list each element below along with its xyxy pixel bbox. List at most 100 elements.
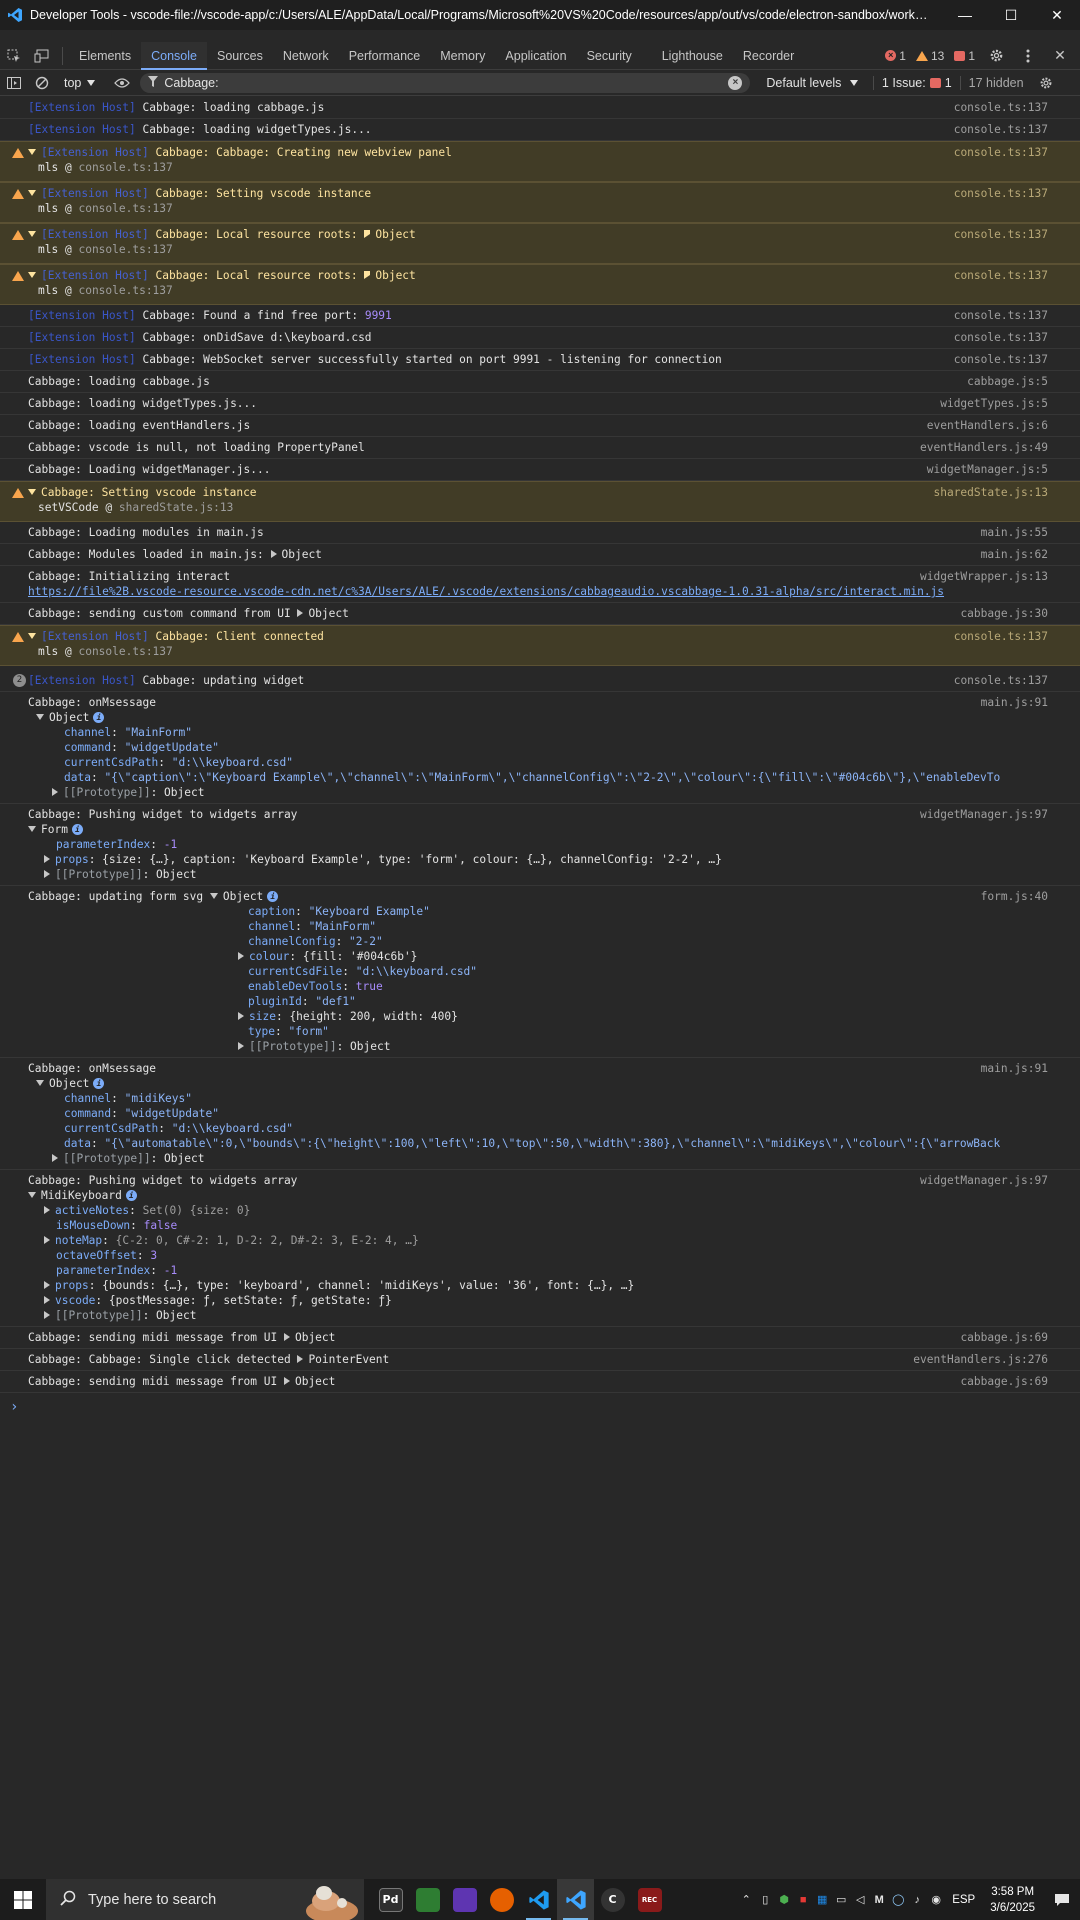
expand-toggle[interactable] xyxy=(28,272,36,278)
expand-toggle[interactable] xyxy=(36,714,44,720)
taskbar-app-pd[interactable]: Pd xyxy=(372,1879,409,1920)
console-settings-gear-icon[interactable] xyxy=(1032,70,1060,96)
tab-performance[interactable]: Performance xyxy=(339,42,431,70)
usb-icon[interactable]: ▯ xyxy=(756,1879,774,1920)
source-link[interactable]: console.ts:137 xyxy=(954,186,1048,201)
warning-entry[interactable]: [Extension Host] Cabbage: Setting vscode… xyxy=(0,182,1080,223)
source-link[interactable]: widgetWrapper.js:13 xyxy=(920,569,1048,584)
tab-application[interactable]: Application xyxy=(495,42,576,70)
object-tree[interactable]: Form i parameterIndex: -1 props: {size: {… xyxy=(28,822,1050,882)
source-link[interactable]: eventHandlers.js:276 xyxy=(913,1352,1048,1367)
context-selector[interactable]: top xyxy=(56,76,108,90)
log-levels-dropdown[interactable]: Default levels xyxy=(756,76,873,90)
taskbar-app-green[interactable] xyxy=(409,1879,446,1920)
expand-toggle[interactable] xyxy=(28,633,36,639)
circle-tray-icon[interactable]: ◯ xyxy=(889,1879,907,1920)
expand-object-toggle[interactable] xyxy=(364,230,371,238)
more-options-icon[interactable] xyxy=(1014,42,1042,70)
error-counter[interactable]: × 1 xyxy=(882,49,909,63)
clock[interactable]: 3:58 PM 3/6/2025 xyxy=(982,1884,1043,1916)
expand-toggle[interactable] xyxy=(28,231,36,237)
device-toolbar-icon[interactable] xyxy=(28,42,56,70)
m-tray-icon[interactable]: M xyxy=(870,1879,888,1920)
tab-elements[interactable]: Elements xyxy=(69,42,141,70)
expand-toggle[interactable] xyxy=(28,190,36,196)
source-link[interactable]: widgetManager.js:97 xyxy=(920,1173,1048,1188)
microphone-icon[interactable]: ♪ xyxy=(908,1879,926,1920)
source-link[interactable]: console.ts:137 xyxy=(954,227,1048,242)
tab-console[interactable]: Console xyxy=(141,41,207,70)
object-tree[interactable]: caption: "Keyboard Example" channel: "Ma… xyxy=(28,904,1050,1054)
close-devtools-icon[interactable]: ✕ xyxy=(1046,42,1074,70)
source-link[interactable]: eventHandlers.js:6 xyxy=(927,418,1048,433)
maximize-button[interactable]: ☐ xyxy=(988,0,1034,30)
warning-entry[interactable]: [Extension Host] Cabbage: Cabbage: Creat… xyxy=(0,141,1080,182)
source-link[interactable]: eventHandlers.js:49 xyxy=(920,440,1048,455)
expand-object-toggle[interactable] xyxy=(297,609,304,617)
expand-object-toggle[interactable] xyxy=(283,1333,290,1341)
tab-lighthouse[interactable]: Lighthouse xyxy=(652,42,733,70)
source-link[interactable]: main.js:91 xyxy=(981,1061,1048,1076)
blue-tray-icon[interactable]: ▦ xyxy=(813,1879,831,1920)
source-link[interactable]: widgetManager.js:5 xyxy=(927,462,1048,477)
source-link[interactable]: cabbage.js:30 xyxy=(960,606,1048,621)
source-link[interactable]: console.ts:137 xyxy=(954,330,1048,345)
expand-object-toggle[interactable] xyxy=(270,550,277,558)
source-link[interactable]: console.ts:137 xyxy=(954,122,1048,137)
tab-sources[interactable]: Sources xyxy=(207,42,273,70)
source-link[interactable]: console.ts:137 xyxy=(954,352,1048,367)
expand-toggle[interactable] xyxy=(36,1080,44,1086)
tab-recorder[interactable]: Recorder xyxy=(733,42,804,70)
issue-counter[interactable]: 1 xyxy=(951,49,978,63)
taskbar-app-purple[interactable] xyxy=(446,1879,483,1920)
taskbar-app-vscode[interactable] xyxy=(520,1879,557,1920)
expand-toggle[interactable] xyxy=(28,489,36,495)
source-link[interactable]: console.ts:137 xyxy=(954,100,1048,115)
notification-center-icon[interactable] xyxy=(1044,1879,1080,1920)
console-prompt-input[interactable]: › xyxy=(0,1393,1080,1415)
webcam-icon[interactable]: ◉ xyxy=(927,1879,945,1920)
taskbar-search-box[interactable]: Type here to search xyxy=(46,1879,364,1920)
warning-entry[interactable]: [Extension Host] Cabbage: Local resource… xyxy=(0,264,1080,305)
expand-object-toggle[interactable] xyxy=(297,1355,304,1363)
source-link[interactable]: form.js:40 xyxy=(981,889,1048,904)
issues-button[interactable]: 1 Issue: 1 xyxy=(872,75,961,90)
interact-script-link[interactable]: https://file%2B.vscode-resource.vscode-c… xyxy=(28,585,944,598)
warning-entry[interactable]: [Extension Host] Cabbage: Local resource… xyxy=(0,223,1080,264)
chevron-up-icon[interactable]: ⌃ xyxy=(737,1879,755,1920)
minimize-button[interactable]: — xyxy=(942,0,988,30)
taskbar-app-c[interactable]: C xyxy=(594,1879,631,1920)
expand-object-toggle[interactable] xyxy=(283,1377,290,1385)
source-link[interactable]: console.ts:137 xyxy=(954,629,1048,644)
tab-memory[interactable]: Memory xyxy=(430,42,495,70)
filter-input[interactable]: Cabbage: × xyxy=(140,72,751,93)
source-link[interactable]: main.js:91 xyxy=(981,695,1048,710)
sidebar-toggle-icon[interactable] xyxy=(0,70,28,96)
taskbar-app-record[interactable]: REC xyxy=(631,1879,668,1920)
source-link[interactable]: widgetManager.js:97 xyxy=(920,807,1048,822)
expand-toggle[interactable] xyxy=(28,1192,36,1198)
live-expression-eye-icon[interactable] xyxy=(108,70,136,96)
source-link[interactable]: console.ts:137 xyxy=(954,673,1048,688)
settings-gear-icon[interactable] xyxy=(982,42,1010,70)
expand-toggle[interactable] xyxy=(52,788,58,796)
warning-counter[interactable]: 13 xyxy=(913,49,947,63)
taskbar-app-vscode-active[interactable] xyxy=(557,1879,594,1920)
source-link[interactable]: main.js:55 xyxy=(981,525,1048,540)
expand-toggle[interactable] xyxy=(28,149,36,155)
clear-filter-icon[interactable]: × xyxy=(728,75,743,90)
expand-toggle[interactable] xyxy=(28,826,36,832)
object-tree[interactable]: Object i channel: "MainForm" command: "wi… xyxy=(28,710,1050,800)
green-tray-icon[interactable]: ⬢ xyxy=(775,1879,793,1920)
tab-security[interactable]: Security xyxy=(577,42,642,70)
red-tray-icon[interactable]: ■ xyxy=(794,1879,812,1920)
source-link[interactable]: console.ts:137 xyxy=(954,308,1048,323)
tab-network[interactable]: Network xyxy=(273,42,339,70)
object-tree[interactable]: MidiKeyboard i activeNotes: Set(0) {size:… xyxy=(28,1188,1050,1323)
warning-entry[interactable]: Cabbage: Setting vscode instance sharedS… xyxy=(0,481,1080,522)
volume-icon[interactable]: ◁ xyxy=(851,1879,869,1920)
source-link[interactable]: cabbage.js:5 xyxy=(967,374,1048,389)
expand-object-toggle[interactable] xyxy=(364,271,371,279)
network-icon[interactable]: ▭ xyxy=(832,1879,850,1920)
source-link[interactable]: sharedState.js:13 xyxy=(933,485,1048,500)
